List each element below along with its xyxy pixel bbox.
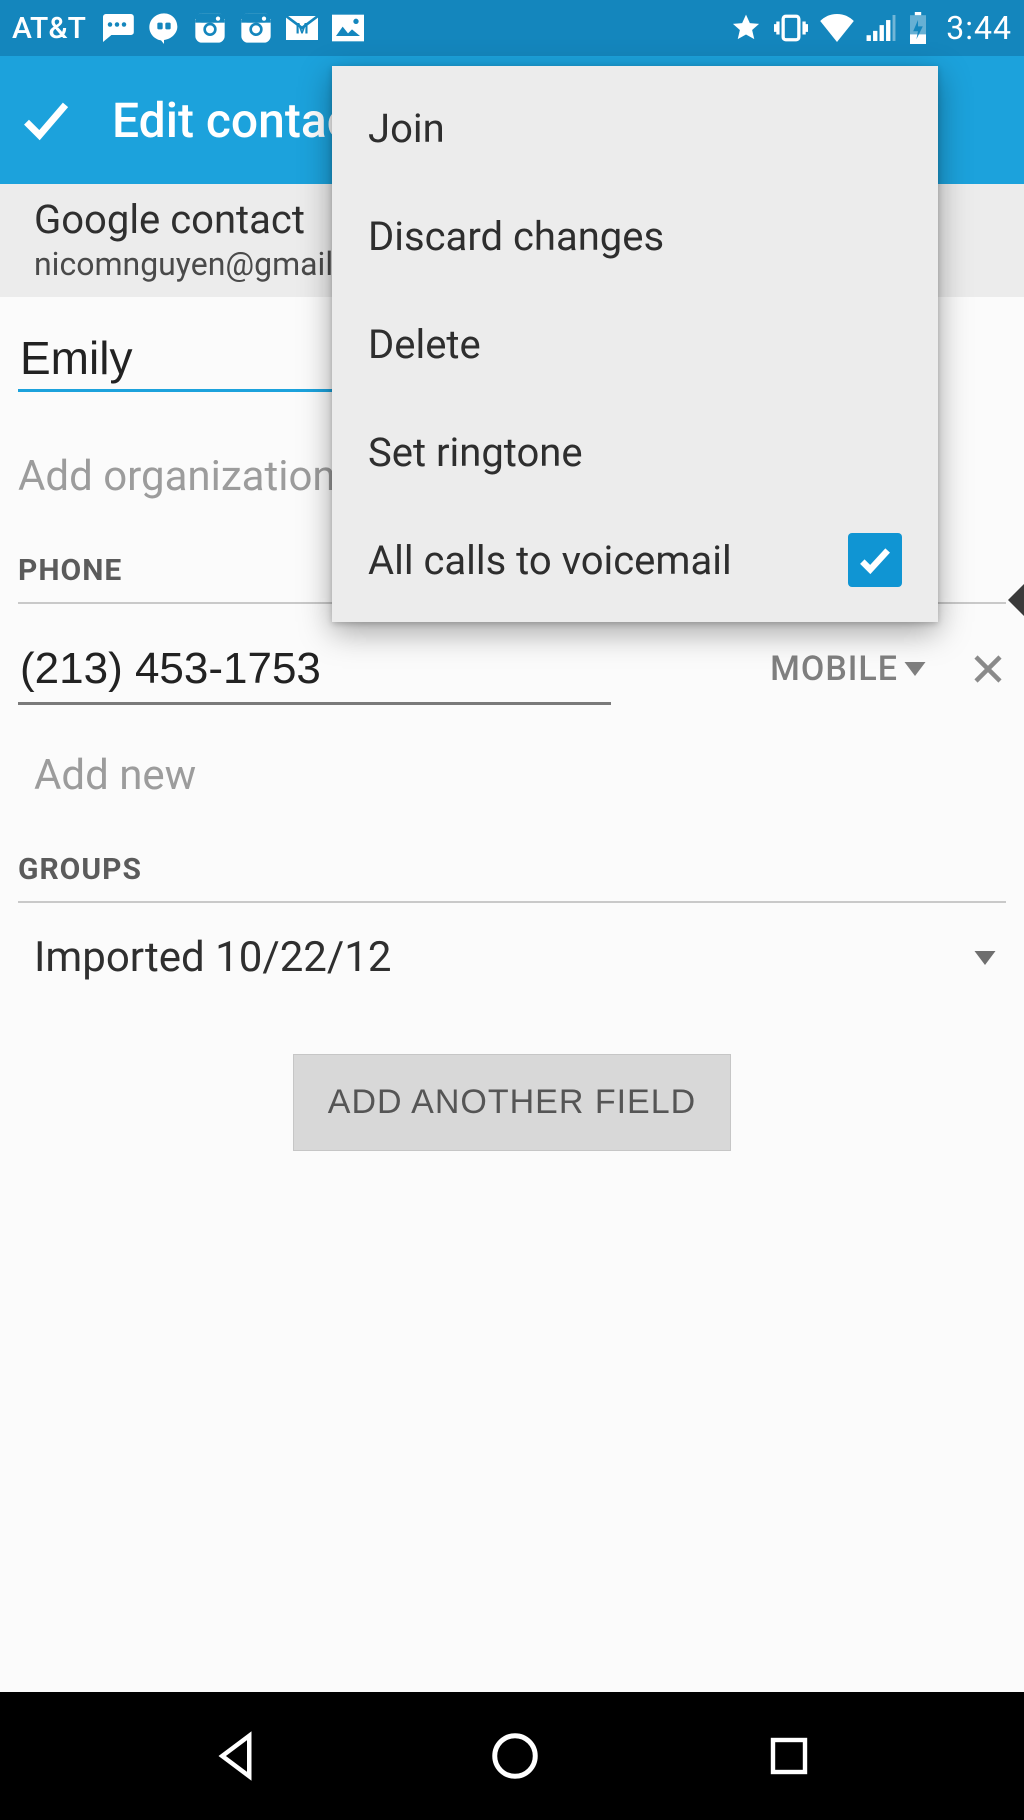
voicemail-checkbox[interactable] — [848, 533, 902, 587]
menu-item-voicemail[interactable]: All calls to voicemail — [332, 506, 938, 614]
screen: AT&T M — [0, 0, 1024, 1820]
menu-item-label: Delete — [368, 321, 481, 368]
menu-item-join[interactable]: Join — [332, 74, 938, 182]
menu-item-delete[interactable]: Delete — [332, 290, 938, 398]
menu-item-label: Join — [368, 105, 445, 152]
menu-item-label: Set ringtone — [368, 429, 583, 476]
menu-item-discard[interactable]: Discard changes — [332, 182, 938, 290]
menu-item-label: Discard changes — [368, 213, 664, 260]
overflow-menu: Join Discard changes Delete Set ringtone… — [332, 66, 938, 622]
menu-item-ringtone[interactable]: Set ringtone — [332, 398, 938, 506]
check-icon — [856, 541, 894, 579]
menu-item-label: All calls to voicemail — [368, 537, 732, 584]
